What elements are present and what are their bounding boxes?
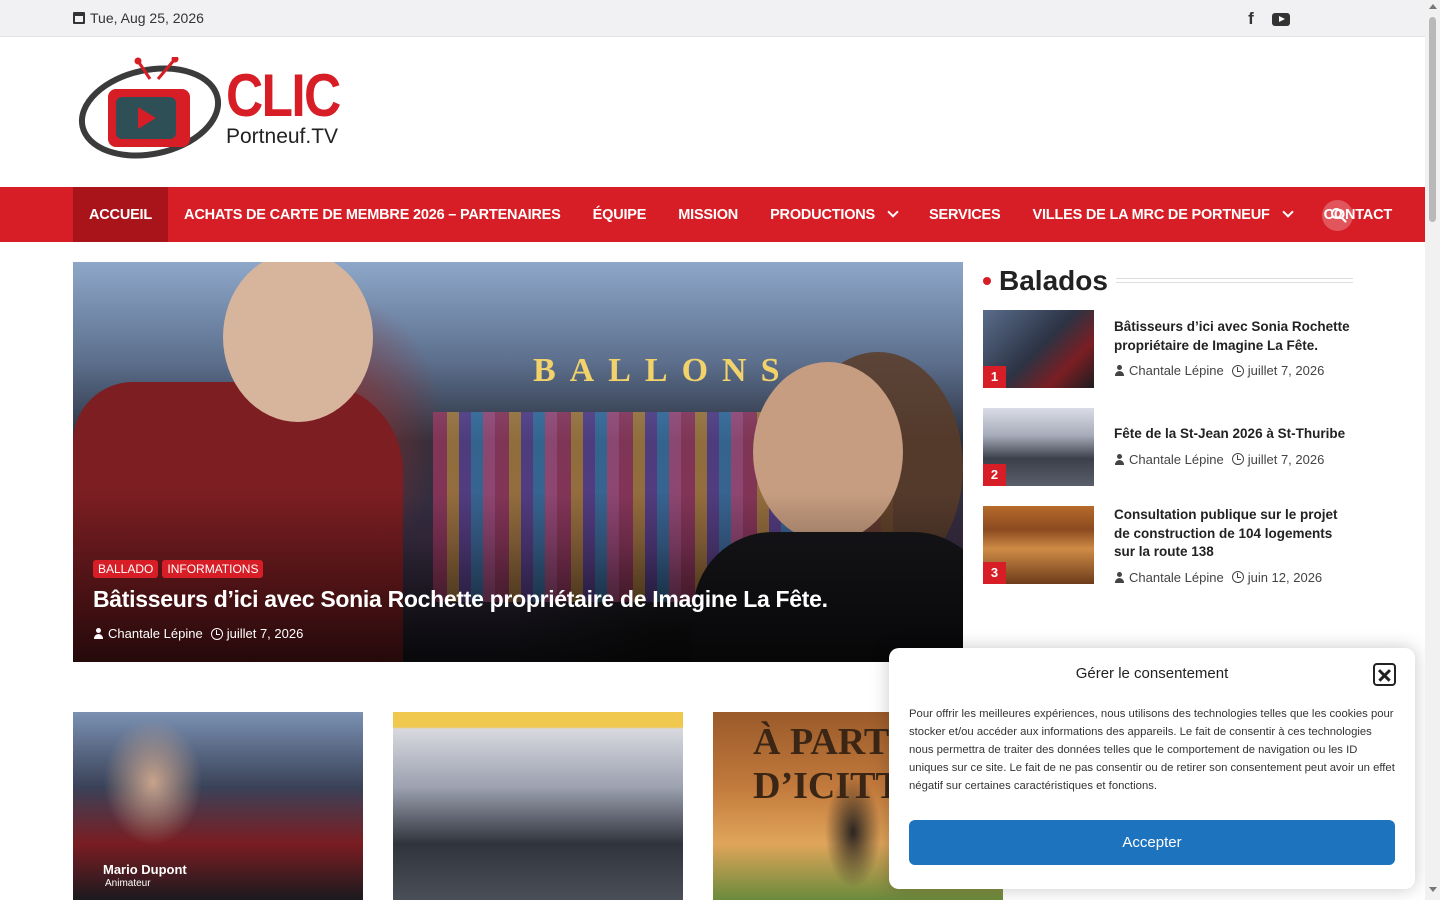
sidebar-headline[interactable]: Bâtisseurs d’ici avec Sonia Rochette pro…	[1114, 318, 1353, 355]
nav-item-services[interactable]: SERVICES	[913, 187, 1016, 242]
post-date[interactable]: juillet 7, 2026	[227, 626, 304, 641]
date-display: Tue, Aug 25, 2026	[73, 10, 204, 26]
sidebar-thumbnail[interactable]: 2	[983, 408, 1094, 486]
facebook-icon[interactable]: f	[1244, 10, 1258, 28]
featured-title[interactable]: Bâtisseurs d’ici avec Sonia Rochette pro…	[93, 586, 828, 613]
title-divider	[1116, 278, 1353, 283]
page-scrollbar[interactable]	[1425, 0, 1440, 900]
social-links: f	[1244, 10, 1290, 28]
nav-label: ACCUEIL	[89, 206, 153, 223]
date-text: Tue, Aug 25, 2026	[90, 10, 204, 26]
rank-badge: 1	[983, 366, 1006, 388]
user-icon	[1114, 365, 1125, 376]
sidebar-meta: Chantale Lépine juillet 7, 2026	[1114, 363, 1353, 378]
nav-label: SERVICES	[929, 206, 1001, 223]
author-link[interactable]: Chantale Lépine	[1129, 452, 1224, 467]
chevron-down-icon	[887, 206, 899, 218]
article-card[interactable]: Mario Dupont Animateur	[73, 712, 363, 900]
top-bar: Tue, Aug 25, 2026 f	[0, 0, 1425, 37]
search-icon	[1331, 208, 1342, 219]
cookie-consent-dialog: Gérer le consentement Pour offrir les me…	[889, 648, 1415, 889]
nav-item-achats[interactable]: ACHATS DE CARTE DE MEMBRE 2026 – PARTENA…	[168, 187, 577, 242]
video-caption: Mario Dupont	[103, 862, 187, 877]
nav-item-mission[interactable]: MISSION	[662, 187, 754, 242]
post-date[interactable]: juillet 7, 2026	[1248, 452, 1325, 467]
consent-title: Gérer le consentement	[1075, 665, 1229, 682]
logo-sub-text: Portneuf.TV	[226, 125, 339, 148]
author-link[interactable]: Chantale Lépine	[1129, 363, 1224, 378]
sidebar-headline[interactable]: Fête de la St-Jean 2026 à St-Thuribe	[1114, 425, 1353, 444]
accept-button[interactable]: Accepter	[909, 820, 1395, 865]
featured-article[interactable]: BALLONS BALLADO INFORMATIONS Bâtisseurs …	[73, 262, 963, 662]
nav-label: MISSION	[678, 206, 739, 223]
rank-badge: 3	[983, 562, 1006, 584]
nav-item-equipe[interactable]: ÉQUIPE	[577, 187, 663, 242]
sidebar-meta: Chantale Lépine juillet 7, 2026	[1114, 452, 1353, 467]
clock-icon	[210, 627, 223, 640]
hero-image-sign: BALLONS	[533, 352, 794, 389]
site-logo[interactable]: CLIC Portneuf.TV	[78, 55, 348, 167]
scrollbar-thumb[interactable]	[1429, 17, 1436, 222]
chevron-down-icon	[1281, 206, 1294, 218]
author-link[interactable]: Chantale Lépine	[1129, 570, 1224, 585]
tv-logo-icon	[78, 55, 222, 159]
user-icon	[1114, 571, 1125, 583]
sidebar-title: Balados	[983, 265, 1108, 297]
nav-label: PRODUCTIONS	[770, 206, 876, 223]
consent-text: Pour offrir les meilleures expériences, …	[909, 708, 1395, 792]
clock-icon	[1231, 364, 1244, 377]
sidebar-thumbnail[interactable]: 3	[983, 506, 1094, 584]
clock-icon	[1231, 453, 1244, 465]
author-link[interactable]: Chantale Lépine	[108, 626, 203, 641]
nav-label: VILLES DE LA MRC DE PORTNEUF	[1032, 206, 1270, 223]
article-card[interactable]	[393, 712, 683, 900]
search-button[interactable]	[1322, 200, 1353, 231]
post-date[interactable]: juillet 7, 2026	[1248, 363, 1325, 378]
nav-label: ÉQUIPE	[592, 206, 647, 223]
user-icon	[93, 628, 104, 639]
clock-icon	[1231, 571, 1244, 583]
title-dot-icon	[983, 277, 991, 285]
close-icon[interactable]	[1373, 663, 1396, 686]
youtube-icon[interactable]	[1272, 12, 1290, 26]
nav-item-accueil[interactable]: ACCUEIL	[73, 187, 169, 242]
category-tag[interactable]: INFORMATIONS	[162, 560, 264, 578]
video-caption-role: Animateur	[105, 878, 151, 889]
site-header: CLIC Portneuf.TV	[0, 37, 1425, 187]
rank-badge: 2	[983, 464, 1006, 486]
scroll-down-icon[interactable]	[1429, 887, 1437, 892]
featured-meta: Chantale Lépine juillet 7, 2026	[93, 626, 303, 641]
nav-item-villes[interactable]: VILLES DE LA MRC DE PORTNEUF	[1017, 187, 1308, 242]
user-icon	[1114, 453, 1125, 465]
post-date[interactable]: juin 12, 2026	[1248, 570, 1322, 585]
calendar-icon	[73, 12, 85, 24]
main-nav: ACCUEIL ACHATS DE CARTE DE MEMBRE 2026 –…	[0, 187, 1425, 242]
category-tag[interactable]: BALLADO	[93, 560, 159, 578]
nav-item-productions[interactable]: PRODUCTIONS	[754, 187, 913, 242]
sidebar-headline[interactable]: Consultation publique sur le projet de c…	[1114, 506, 1353, 562]
sidebar-meta: Chantale Lépine juin 12, 2026	[1114, 570, 1353, 585]
scroll-up-icon[interactable]	[1429, 4, 1437, 9]
sidebar-thumbnail[interactable]: 1	[983, 310, 1094, 388]
category-tags: BALLADO INFORMATIONS	[93, 560, 264, 578]
logo-main-text: CLIC	[226, 62, 341, 129]
nav-label: ACHATS DE CARTE DE MEMBRE 2026 – PARTENA…	[184, 206, 561, 223]
